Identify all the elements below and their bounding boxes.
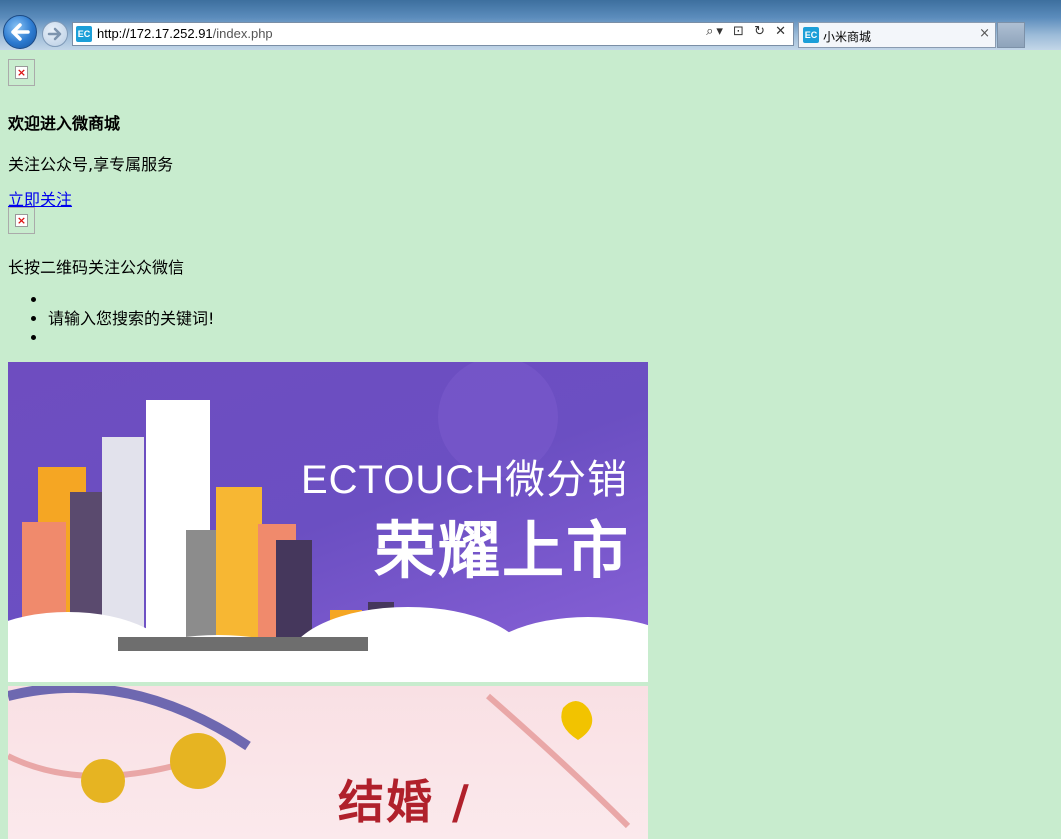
back-button[interactable]: [3, 15, 37, 49]
arrow-right-icon: [47, 27, 62, 41]
tab-title: 小米商城: [823, 30, 872, 44]
qr-hint: 长按二维码关注公众微信: [8, 258, 185, 277]
promo-banner-wedding[interactable]: 结婚 /: [8, 686, 648, 839]
arrow-left-icon: [11, 23, 30, 41]
banner-headline: 结婚 /: [338, 775, 471, 829]
forward-button[interactable]: [42, 21, 68, 47]
page-subtitle: 关注公众号,享专属服务: [8, 155, 174, 174]
url-text[interactable]: http://172.17.252.91/index.php: [97, 26, 273, 41]
site-favicon-icon: EC: [76, 26, 92, 42]
tab-favicon-icon: EC: [803, 27, 819, 43]
list-item: [48, 328, 214, 347]
tab-close-icon[interactable]: ×: [979, 26, 990, 41]
jewelry-illustration: [8, 686, 631, 829]
banner-headline: 荣耀上市: [373, 514, 630, 587]
search-list: 请输入您搜索的关键词!: [8, 290, 214, 347]
address-tools[interactable]: ⌕▾ ⊡ ↻ ✕: [706, 24, 789, 39]
qrcode-image-broken: ×: [8, 207, 35, 234]
list-item: [48, 290, 214, 309]
browser-toolbar: EC http://172.17.252.91/index.php ⌕▾ ⊡ ↻…: [0, 0, 1061, 50]
search-placeholder-item[interactable]: 请输入您搜索的关键词!: [48, 309, 214, 328]
browser-tab[interactable]: EC 小米商城 ×: [798, 22, 996, 48]
url-path: /index.php: [212, 26, 273, 41]
new-tab-button[interactable]: [997, 22, 1025, 48]
banner-subtitle: ECTOUCH微分销: [300, 458, 628, 502]
logo-image-broken: ×: [8, 59, 35, 86]
broken-image-icon: ×: [15, 66, 28, 79]
url-host: http://172.17.252.91: [97, 26, 213, 41]
broken-image-icon: ×: [15, 214, 28, 227]
promo-banner-ectouch[interactable]: ECTOUCH微分销 荣耀上市: [8, 362, 648, 682]
address-bar[interactable]: EC http://172.17.252.91/index.php ⌕▾ ⊡ ↻…: [72, 22, 794, 46]
page-title: 欢迎进入微商城: [8, 114, 121, 133]
